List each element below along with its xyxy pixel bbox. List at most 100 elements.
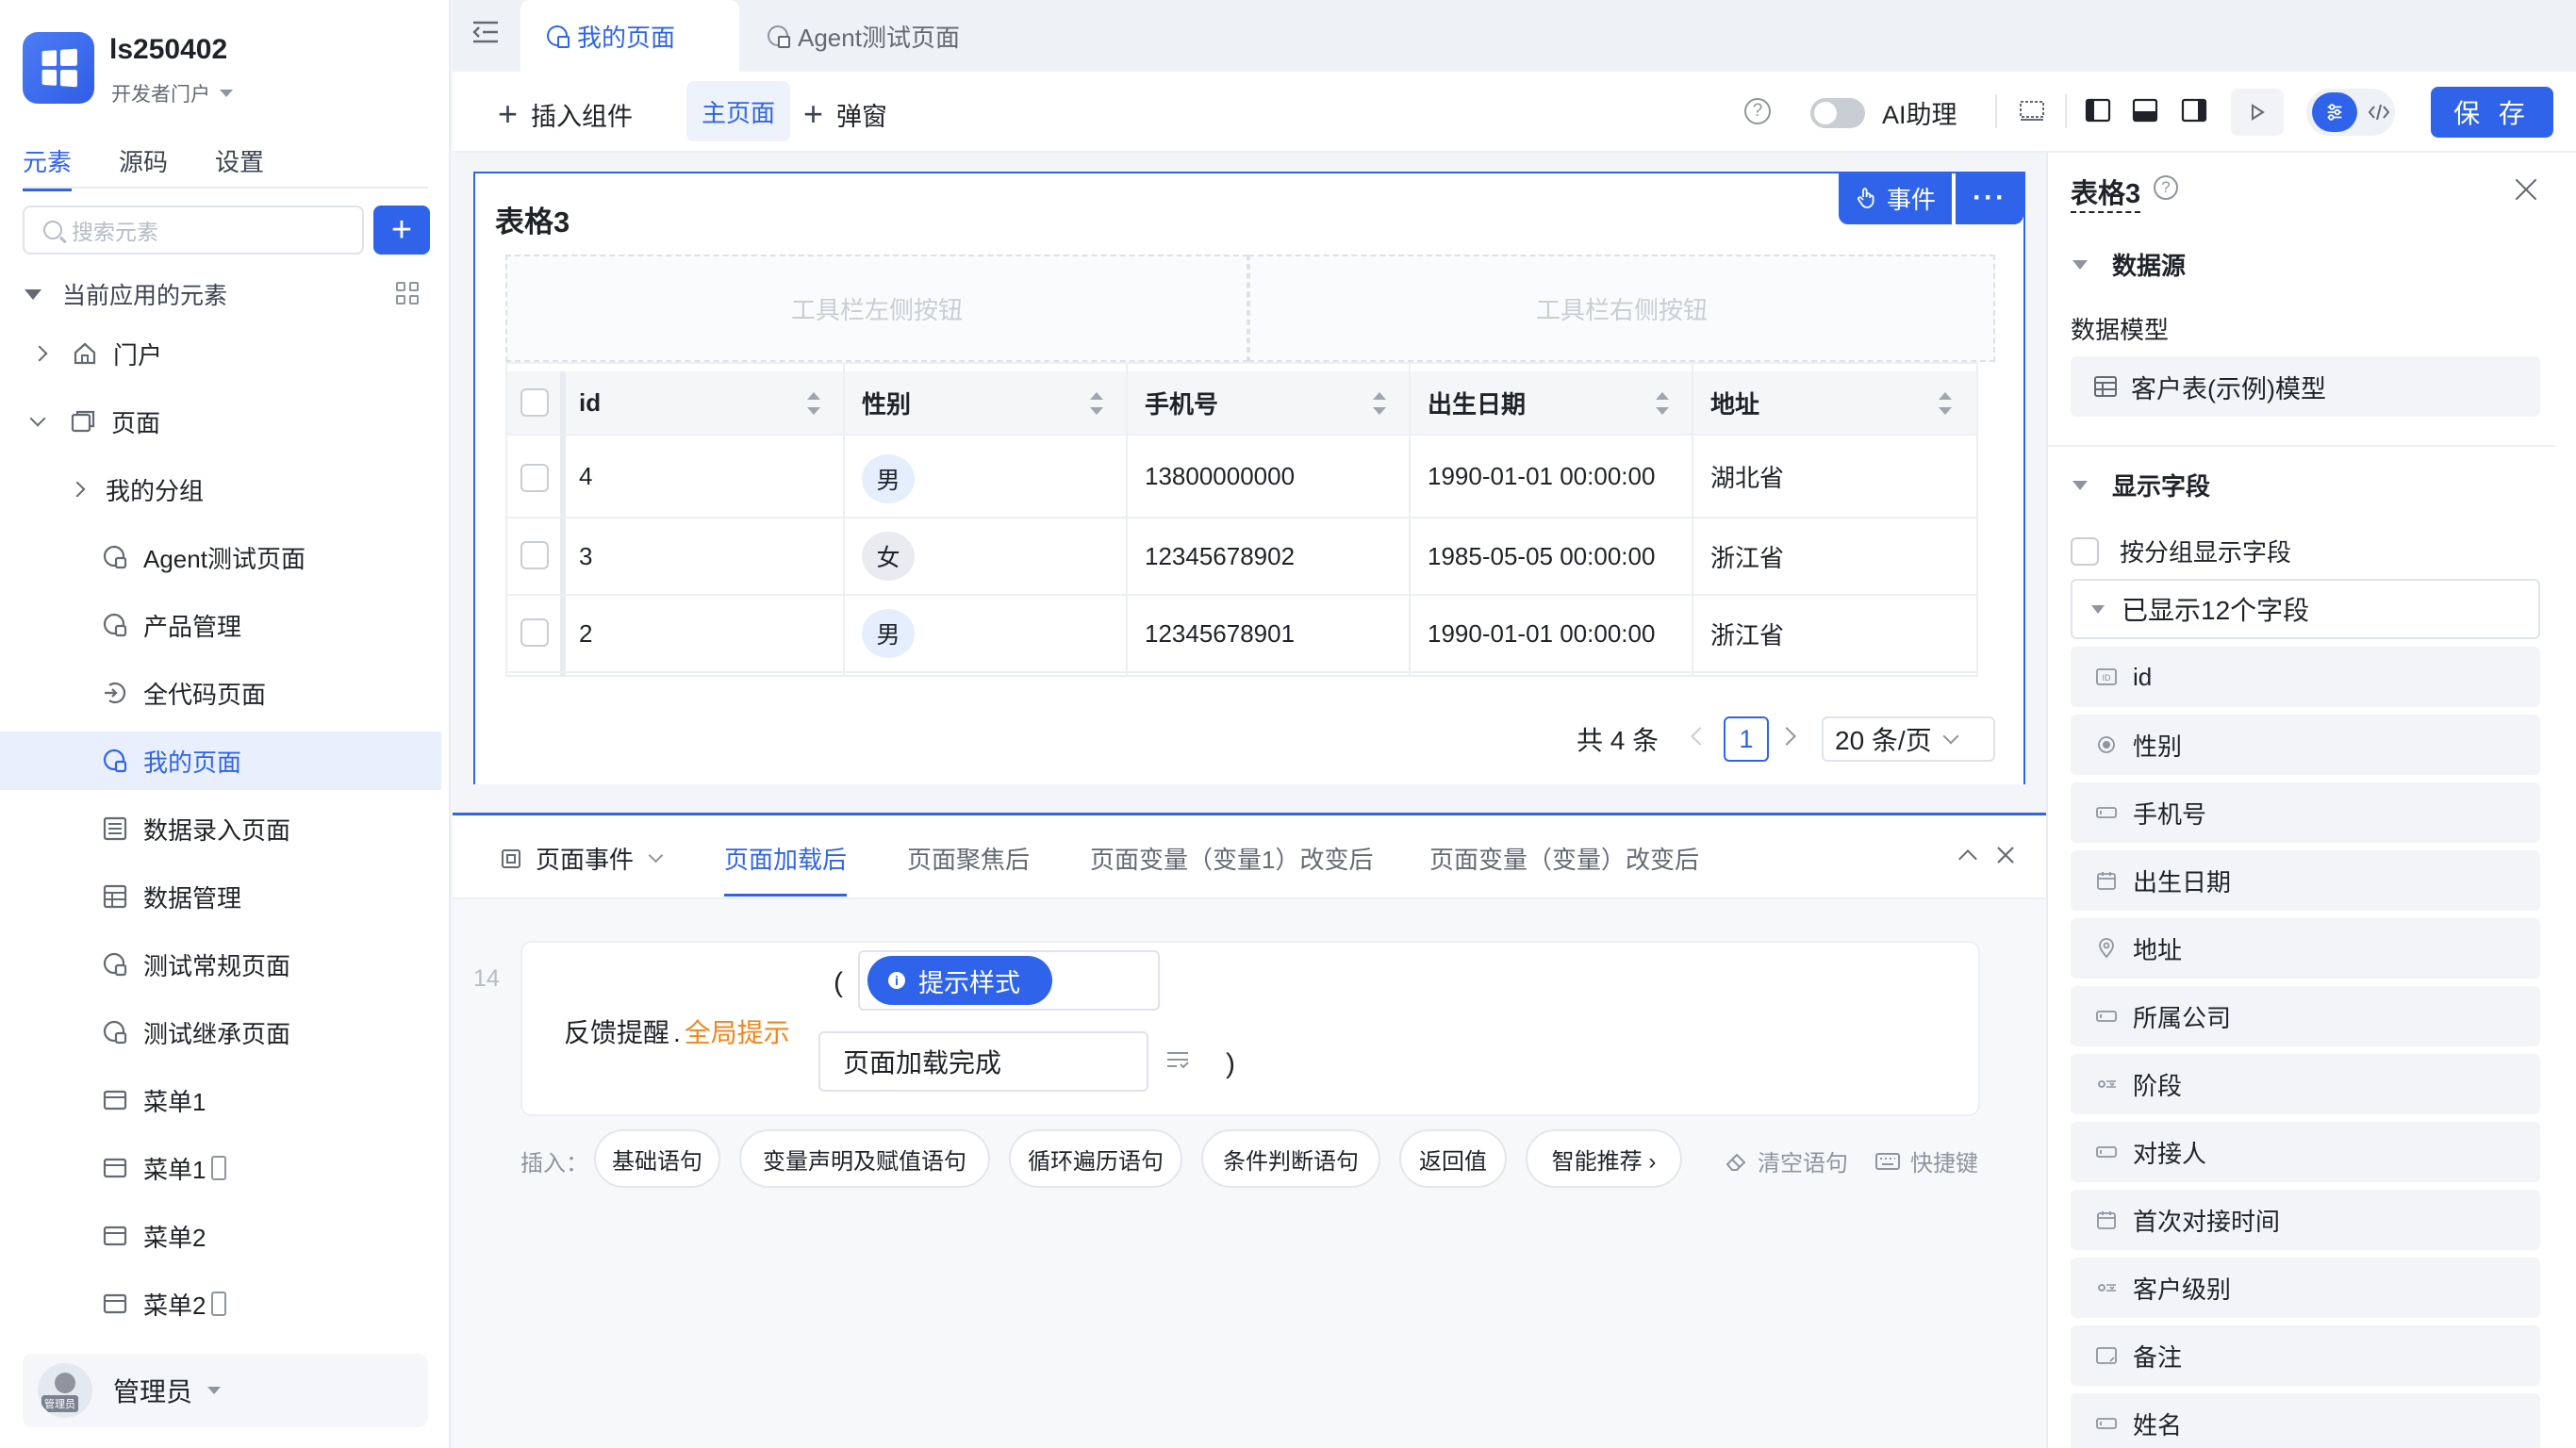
sidebar-item-agent-test-page[interactable]: Agent测试页面 bbox=[0, 528, 441, 586]
more-options-button[interactable]: ··· bbox=[1956, 172, 2023, 224]
sidebar-item-portal[interactable]: 门户 bbox=[0, 324, 441, 383]
page-size-select[interactable]: 20 条/页 bbox=[1822, 716, 1995, 762]
sort-icon[interactable] bbox=[807, 392, 820, 415]
sort-icon[interactable] bbox=[1939, 392, 1952, 415]
menu-icon bbox=[102, 1155, 128, 1181]
page-event-dropdown[interactable]: 页面事件 bbox=[500, 841, 664, 876]
column-header-phone[interactable]: 手机号 bbox=[1145, 371, 1218, 434]
tab-my-page[interactable]: 我的页面 bbox=[520, 0, 739, 72]
preview-button[interactable] bbox=[2231, 89, 2284, 136]
shown-fields-dropdown[interactable]: 已显示12个字段 bbox=[2071, 579, 2540, 639]
insert-variable-statement-button[interactable]: 变量声明及赋值语句 bbox=[739, 1129, 990, 1188]
portal-switcher[interactable]: 开发者门户 bbox=[111, 79, 233, 107]
sidebar-item-my-group[interactable]: 我的分组 bbox=[0, 460, 441, 518]
right-panel-icon[interactable] bbox=[2180, 96, 2208, 124]
column-header-gender[interactable]: 性别 bbox=[862, 371, 911, 434]
close-panel-icon[interactable] bbox=[1995, 845, 2016, 865]
page-number-current[interactable]: 1 bbox=[1724, 716, 1769, 762]
smart-recommend-button[interactable]: 智能推荐 › bbox=[1526, 1129, 1682, 1188]
insert-loop-statement-button[interactable]: 循环遍历语句 bbox=[1009, 1129, 1182, 1188]
sidebar-item-test-regular-page[interactable]: 测试常规页面 bbox=[0, 935, 441, 994]
save-button[interactable]: 保 存 bbox=[2431, 87, 2553, 138]
sidebar-item-menu2-mobile[interactable]: 菜单2 bbox=[0, 1275, 441, 1333]
style-pill[interactable]: i 提示样式 bbox=[867, 956, 1052, 1005]
group-fields-checkbox[interactable]: 按分组显示字段 bbox=[2071, 534, 2291, 568]
insert-condition-statement-button[interactable]: 条件判断语句 bbox=[1201, 1129, 1380, 1188]
field-item-remark[interactable]: 备注 bbox=[2071, 1325, 2540, 1386]
row-checkbox[interactable] bbox=[520, 541, 549, 569]
add-element-button[interactable]: + bbox=[373, 206, 430, 255]
field-item-birth-date[interactable]: 出生日期 bbox=[2071, 850, 2540, 911]
toolbar-right-slot[interactable]: 工具栏右侧按钮 bbox=[1248, 255, 1995, 362]
field-item-stage[interactable]: 阶段 bbox=[2071, 1054, 2540, 1114]
sidebar-item-menu1[interactable]: 菜单1 bbox=[0, 1071, 441, 1129]
search-input[interactable]: 搜索元素 bbox=[23, 206, 364, 255]
ai-assistant-toggle[interactable] bbox=[1810, 98, 1865, 128]
field-item-address[interactable]: 地址 bbox=[2071, 918, 2540, 979]
statement-text[interactable]: 反馈提醒. 全局提示 bbox=[564, 1012, 790, 1050]
expression-icon[interactable] bbox=[1165, 1048, 1190, 1071]
clear-statements-button[interactable]: 清空语句 bbox=[1724, 1144, 1848, 1177]
tab-elements[interactable]: 元素 bbox=[23, 143, 73, 191]
field-item-name[interactable]: 姓名 bbox=[2071, 1393, 2540, 1448]
main-page-tab[interactable]: 主页面 bbox=[686, 81, 790, 141]
tab-agent-test-page[interactable]: Agent测试页面 bbox=[741, 0, 986, 72]
field-item-gender[interactable]: 性别 bbox=[2071, 715, 2540, 775]
row-checkbox[interactable] bbox=[520, 464, 549, 492]
layout-grid-icon[interactable] bbox=[396, 282, 421, 306]
field-item-contact-person[interactable]: 对接人 bbox=[2071, 1122, 2540, 1182]
close-icon[interactable] bbox=[2512, 175, 2540, 204]
bottom-panel-icon[interactable] bbox=[2131, 96, 2159, 124]
tab-source[interactable]: 源码 bbox=[119, 143, 168, 178]
toolbar-left-slot[interactable]: 工具栏左侧按钮 bbox=[505, 255, 1248, 362]
argument-message-input[interactable]: 页面加载完成 bbox=[818, 1031, 1148, 1092]
sidebar-item-menu1-mobile[interactable]: 菜单1 bbox=[0, 1139, 441, 1197]
sort-icon[interactable] bbox=[1373, 392, 1386, 415]
insert-basic-statement-button[interactable]: 基础语句 bbox=[594, 1129, 720, 1188]
field-item-phone[interactable]: 手机号 bbox=[2071, 782, 2540, 843]
tab-var-changed[interactable]: 页面变量（变量）改变后 bbox=[1429, 841, 1699, 876]
visual-mode-button[interactable] bbox=[2312, 92, 2357, 132]
insert-return-button[interactable]: 返回值 bbox=[1399, 1129, 1507, 1188]
field-item-customer-level[interactable]: 客户级别 bbox=[2071, 1258, 2540, 1318]
row-checkbox[interactable] bbox=[520, 618, 549, 647]
sidebar-item-data-entry-page[interactable]: 数据录入页面 bbox=[0, 799, 441, 858]
insert-component-button[interactable]: + 插入组件 bbox=[498, 90, 633, 138]
sidebar-item-menu2[interactable]: 菜单2 bbox=[0, 1207, 441, 1265]
sidebar-item-pages[interactable]: 页面 bbox=[0, 392, 441, 451]
column-header-address[interactable]: 地址 bbox=[1710, 371, 1759, 434]
select-all-checkbox[interactable] bbox=[520, 388, 549, 417]
left-panel-icon[interactable] bbox=[2084, 96, 2112, 124]
tab-settings[interactable]: 设置 bbox=[215, 143, 264, 178]
sidebar-item-product-management[interactable]: 产品管理 bbox=[0, 596, 441, 654]
fields-section-header[interactable]: 显示字段 bbox=[2072, 468, 2210, 502]
sort-icon[interactable] bbox=[1656, 392, 1669, 415]
sort-icon[interactable] bbox=[1090, 392, 1103, 415]
data-model-select[interactable]: 客户表(示例)模型 bbox=[2071, 356, 2540, 417]
collapse-sidebar-icon[interactable] bbox=[471, 19, 500, 45]
layout-outline-icon[interactable] bbox=[2018, 96, 2046, 124]
help-icon[interactable]: ? bbox=[2154, 175, 2178, 200]
component-event-button[interactable]: 事件 bbox=[1839, 172, 1952, 224]
field-item-first-contact-time[interactable]: 首次对接时间 bbox=[2071, 1190, 2540, 1250]
sidebar-item-full-code-page[interactable]: 全代码页面 bbox=[0, 664, 441, 722]
tab-after-page-focus[interactable]: 页面聚焦后 bbox=[907, 841, 1030, 876]
help-icon[interactable]: ? bbox=[1744, 98, 1771, 124]
sidebar-item-data-management[interactable]: 数据管理 bbox=[0, 867, 441, 926]
sidebar-item-test-inherit-page[interactable]: 测试继承页面 bbox=[0, 1003, 441, 1061]
popup-button[interactable]: + 弹窗 bbox=[803, 90, 887, 138]
app-name[interactable]: ls250402 bbox=[109, 34, 227, 66]
field-item-id[interactable]: ID id bbox=[2071, 647, 2540, 707]
column-header-id[interactable]: id bbox=[579, 371, 601, 434]
sidebar-item-my-page[interactable]: 我的页面 bbox=[0, 732, 441, 790]
shortcut-keys-button[interactable]: 快捷键 bbox=[1874, 1144, 1978, 1177]
field-item-company[interactable]: 所属公司 bbox=[2071, 986, 2540, 1046]
app-logo-icon[interactable] bbox=[23, 32, 94, 104]
tree-header[interactable]: 当前应用的元素 bbox=[25, 275, 421, 313]
code-mode-icon[interactable] bbox=[2367, 100, 2391, 124]
column-header-birth-date[interactable]: 出生日期 bbox=[1428, 371, 1526, 434]
tab-after-page-load[interactable]: 页面加载后 bbox=[724, 841, 848, 897]
datasource-section-header[interactable]: 数据源 bbox=[2072, 247, 2186, 282]
user-menu[interactable]: 管理员 管理员 bbox=[23, 1354, 428, 1427]
tab-var1-changed[interactable]: 页面变量（变量1）改变后 bbox=[1090, 841, 1373, 876]
